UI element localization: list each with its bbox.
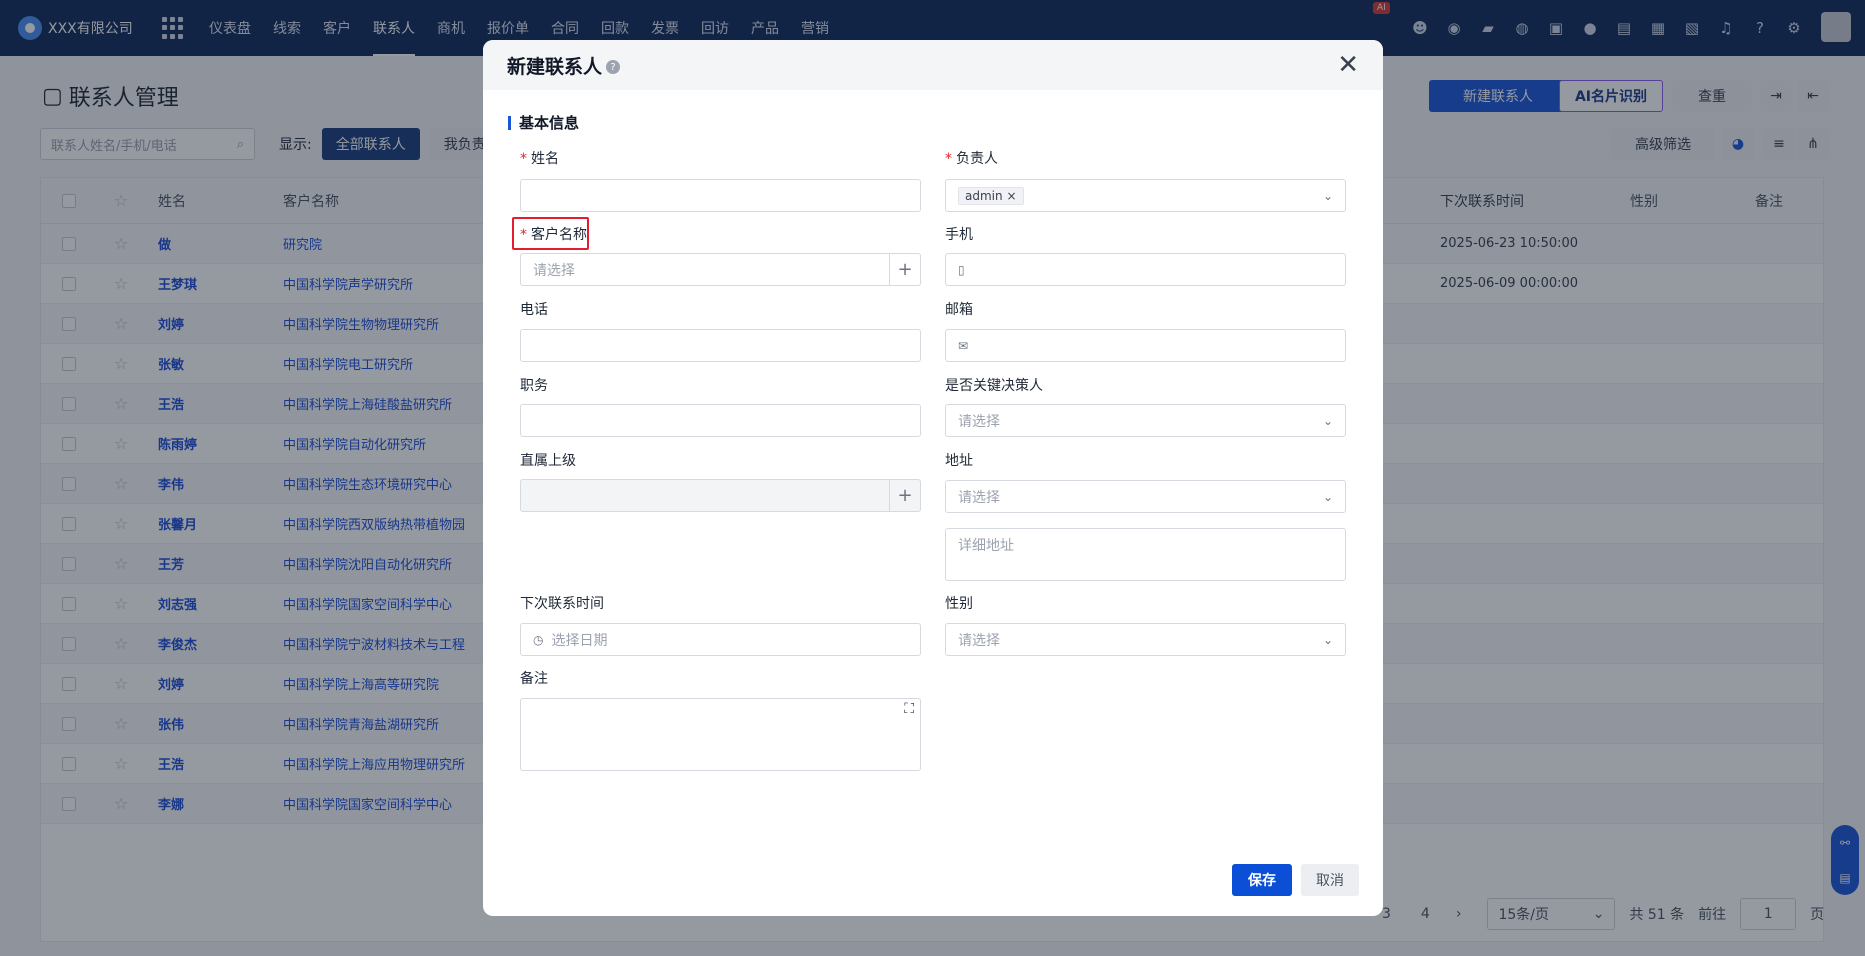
customer-select[interactable]: 请选择 + <box>520 253 921 286</box>
mobile-input[interactable]: ▯ <box>945 253 1346 286</box>
add-customer-icon[interactable]: + <box>889 254 920 285</box>
address-label: 地址 <box>945 453 973 469</box>
clock-icon: ◷ <box>533 632 544 647</box>
owner-tag-text: admin <box>965 188 1003 203</box>
section-bar <box>508 115 511 130</box>
name-label-text: 姓名 <box>531 151 559 167</box>
name-label: * 姓名 <box>520 151 559 167</box>
email-label: 邮箱 <box>945 302 973 318</box>
address-detail-placeholder: 详细地址 <box>958 538 1014 554</box>
highlight-box <box>512 217 589 250</box>
owner-tag: admin × <box>958 186 1024 205</box>
phone-input[interactable] <box>520 329 921 362</box>
cancel-button[interactable]: 取消 <box>1301 864 1359 896</box>
chevron-down-icon: ⌄ <box>1322 633 1333 647</box>
chevron-down-icon: ⌄ <box>1322 414 1333 428</box>
save-label: 保存 <box>1248 873 1276 889</box>
key-decision-label: 是否关键决策人 <box>945 378 1043 394</box>
mail-icon: ✉ <box>958 338 969 353</box>
address-detail-textarea[interactable]: 详细地址 <box>945 528 1346 581</box>
key-decision-placeholder: 请选择 <box>958 413 1000 430</box>
add-superior-icon[interactable]: + <box>889 480 920 511</box>
gender-select[interactable]: 请选择 ⌄ <box>945 623 1346 656</box>
key-decision-select[interactable]: 请选择 ⌄ <box>945 404 1346 437</box>
dialog-header: 新建联系人 ? ✕ <box>483 40 1383 90</box>
mobile-label: 手机 <box>945 227 973 243</box>
address-select[interactable]: 请选择 ⌄ <box>945 480 1346 513</box>
expand-icon[interactable]: ⛶ <box>904 701 914 717</box>
phone-icon: ▯ <box>958 262 965 277</box>
superior-select[interactable]: + <box>520 479 921 512</box>
chevron-down-icon: ⌄ <box>1322 490 1333 504</box>
position-input[interactable] <box>520 404 921 437</box>
note-label: 备注 <box>520 671 548 687</box>
owner-label: * 负责人 <box>945 151 998 167</box>
next-contact-date-input[interactable]: ◷ 选择日期 <box>520 623 921 656</box>
position-label: 职务 <box>520 378 548 394</box>
close-icon[interactable]: ✕ <box>1337 52 1359 78</box>
note-textarea[interactable]: ⛶ <box>520 698 921 771</box>
owner-select[interactable]: admin × ⌄ <box>945 179 1346 212</box>
email-input[interactable]: ✉ <box>945 329 1346 362</box>
superior-label: 直属上级 <box>520 453 576 469</box>
dialog-title: 新建联系人 <box>507 55 603 78</box>
name-input[interactable] <box>520 179 921 212</box>
address-placeholder: 请选择 <box>958 489 1000 506</box>
help-icon[interactable]: ? <box>606 60 621 74</box>
next-contact-label: 下次联系时间 <box>520 596 604 612</box>
owner-label-text: 负责人 <box>956 151 998 167</box>
tag-close-icon[interactable]: × <box>1006 189 1016 203</box>
cancel-label: 取消 <box>1316 873 1344 889</box>
gender-label: 性别 <box>945 596 973 612</box>
customer-placeholder: 请选择 <box>533 262 575 279</box>
next-contact-placeholder: 选择日期 <box>551 632 608 649</box>
phone-label: 电话 <box>520 302 548 318</box>
save-button[interactable]: 保存 <box>1232 864 1292 896</box>
new-contact-dialog: 新建联系人 ? ✕ 基本信息 * 姓名 * 负责人 admin × ⌄ * 客户名称 … <box>483 40 1383 916</box>
chevron-down-icon: ⌄ <box>1322 189 1333 203</box>
section-title: 基本信息 <box>519 114 580 132</box>
gender-placeholder: 请选择 <box>958 632 1000 649</box>
section-basic-info: 基本信息 <box>508 112 579 133</box>
